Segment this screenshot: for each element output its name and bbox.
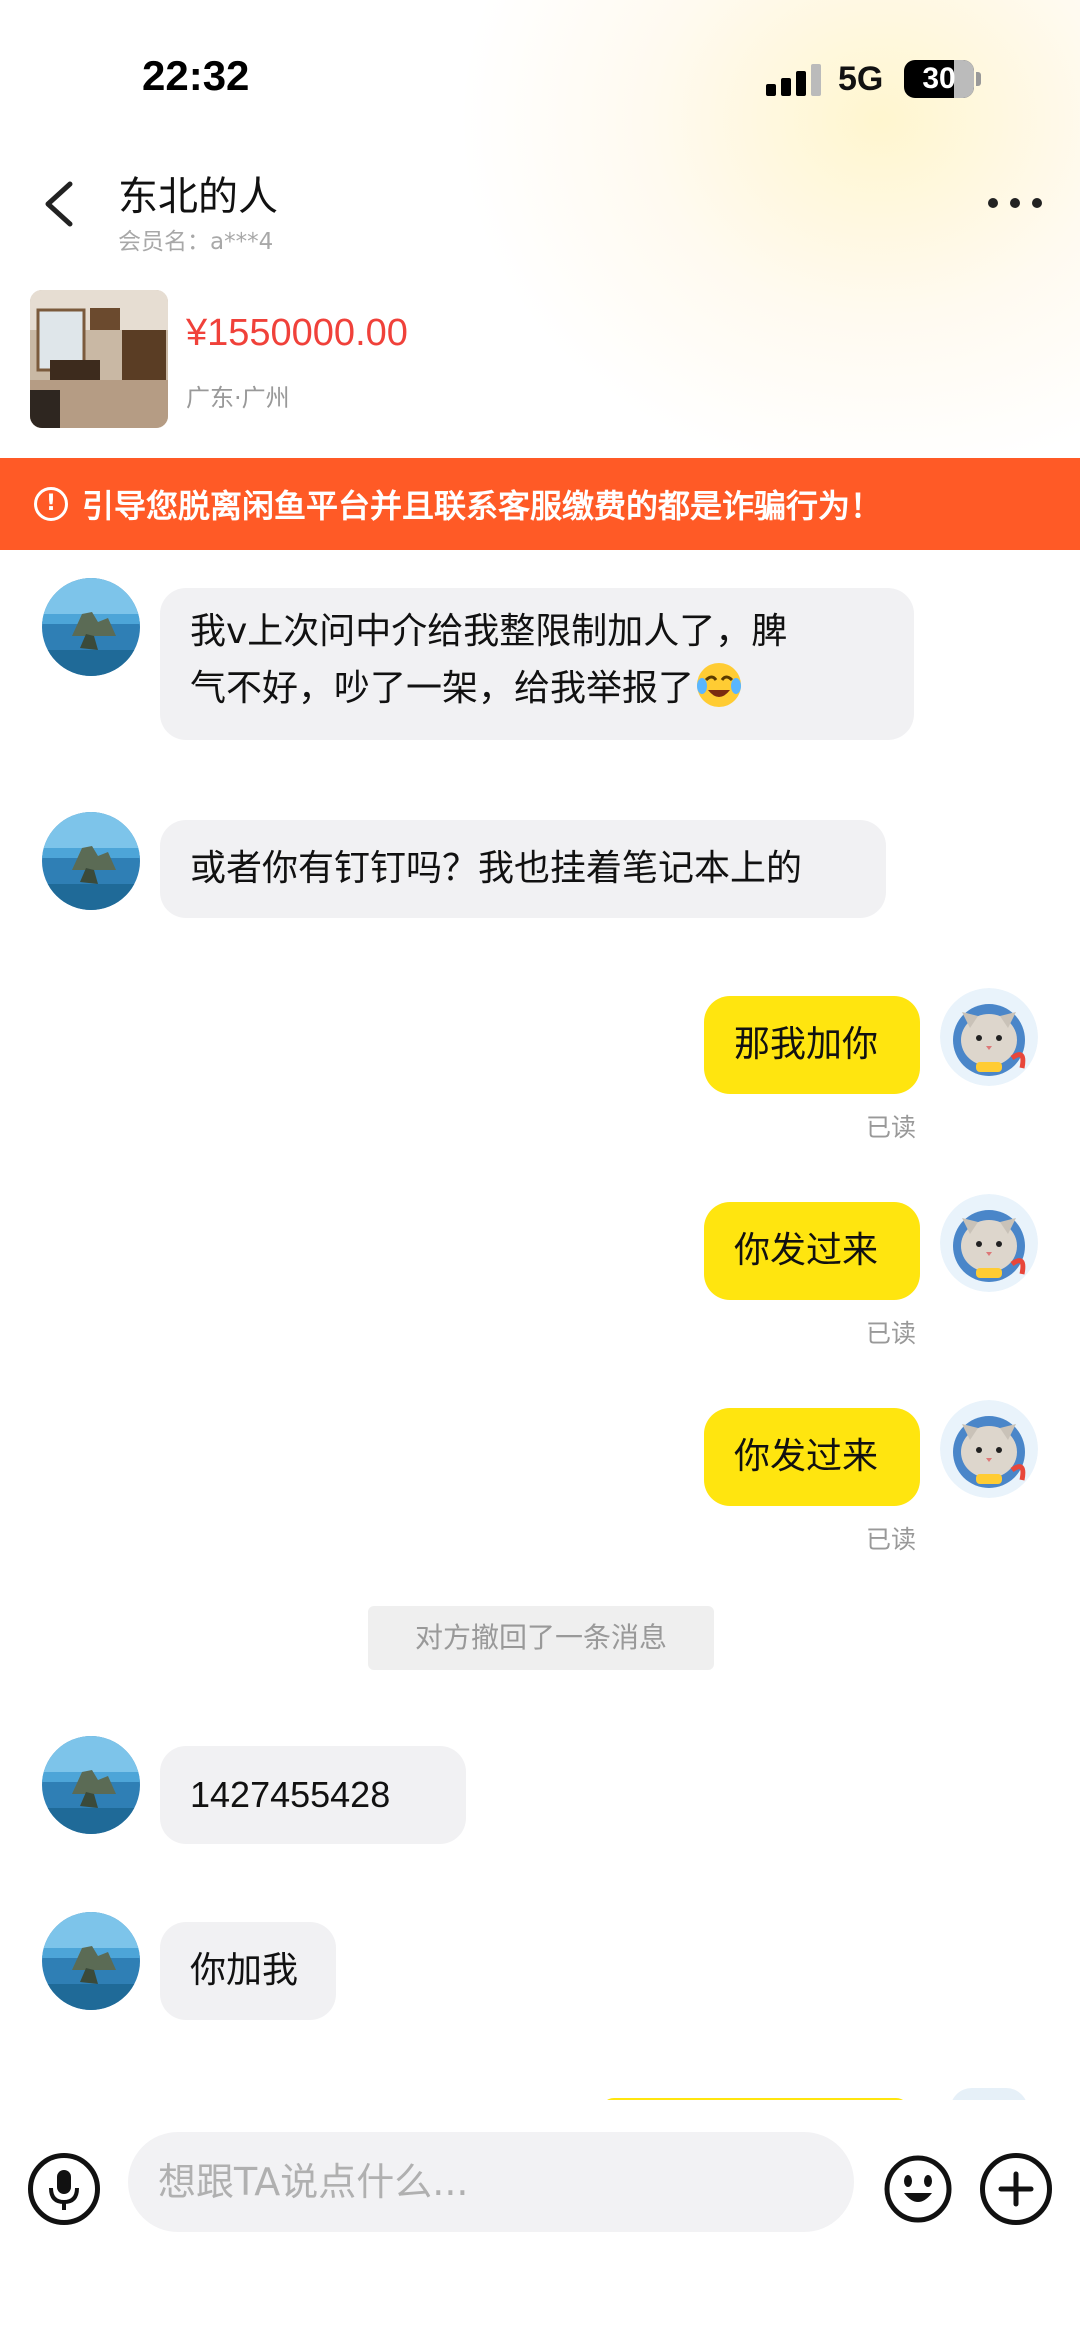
battery-icon: 30 bbox=[904, 60, 974, 98]
message-bubble: 你加我 bbox=[160, 1922, 336, 2020]
read-status: 已读 bbox=[866, 1113, 917, 1142]
alert-icon: ! bbox=[34, 487, 68, 521]
emoji-icon bbox=[884, 2155, 952, 2223]
my-avatar[interactable] bbox=[940, 1194, 1038, 1292]
message-text: 你加我 bbox=[190, 1950, 299, 1991]
product-image[interactable] bbox=[30, 290, 168, 428]
message-text-line: 气不好，吵了一架，给我举报了 bbox=[190, 660, 884, 717]
back-button[interactable] bbox=[36, 176, 84, 232]
my-avatar[interactable] bbox=[940, 988, 1038, 1086]
my-message-bubble: 那我加你 bbox=[704, 996, 920, 1094]
chevron-left-icon bbox=[45, 181, 73, 227]
message-text: 那我加你 bbox=[734, 1024, 879, 1065]
emoji-button[interactable] bbox=[882, 2153, 954, 2225]
read-status: 已读 bbox=[866, 1319, 917, 1348]
contact-avatar[interactable] bbox=[42, 1736, 140, 1834]
my-avatar[interactable] bbox=[940, 1400, 1038, 1498]
battery-level: 30 bbox=[922, 62, 956, 95]
message-text: 你发过来 bbox=[734, 1436, 879, 1477]
room-photo bbox=[30, 290, 168, 428]
my-message-bubble: 你发过来 bbox=[704, 1202, 920, 1300]
warning-text: 引导您脱离闲鱼平台并且联系客服缴费的都是诈骗行为！ bbox=[82, 487, 883, 525]
message-input[interactable]: 想跟TA说点什么... bbox=[128, 2132, 854, 2232]
plus-icon bbox=[998, 2171, 1034, 2207]
message-text: 你发过来 bbox=[734, 1230, 879, 1271]
contact-avatar[interactable] bbox=[42, 1912, 140, 2010]
contact-avatar[interactable] bbox=[42, 578, 140, 676]
read-status: 已读 bbox=[866, 1525, 917, 1554]
signal-icon bbox=[766, 64, 822, 96]
message-bubble: 我v上次问中介给我整限制加人了，脾 气不好，吵了一架，给我举报了 bbox=[160, 588, 914, 740]
message-text: 1427455428 bbox=[190, 1774, 391, 1815]
message-text: 或者你有钉钉吗？我也挂着笔记本上的 bbox=[190, 848, 803, 889]
product-location: 广东·广州 bbox=[186, 384, 290, 412]
message-bubble: 1427455428 bbox=[160, 1746, 466, 1844]
member-name: 会员名：a***4 bbox=[118, 229, 274, 255]
fraud-warning-banner: ! 引导您脱离闲鱼平台并且联系客服缴费的都是诈骗行为！ bbox=[0, 458, 1080, 550]
recall-notice: 对方撤回了一条消息 bbox=[368, 1606, 714, 1670]
message-text-line: 我v上次问中介给我整限制加人了，脾 bbox=[190, 611, 788, 652]
more-actions-button[interactable] bbox=[980, 2153, 1052, 2225]
voice-button[interactable] bbox=[28, 2153, 100, 2225]
battery-tip bbox=[976, 72, 981, 86]
contact-avatar[interactable] bbox=[42, 812, 140, 910]
my-message-bubble: 你发过来 bbox=[704, 1408, 920, 1506]
network-label: 5G bbox=[838, 60, 884, 98]
message-bubble: 或者你有钉钉吗？我也挂着笔记本上的 bbox=[160, 820, 886, 918]
status-time: 22:32 bbox=[142, 52, 250, 99]
product-price: ¥1550000.00 bbox=[186, 312, 408, 354]
crying-laughing-emoji-icon bbox=[694, 660, 744, 710]
chat-title: 东北的人 bbox=[118, 174, 278, 220]
more-button[interactable] bbox=[988, 196, 1044, 212]
microphone-icon bbox=[49, 2170, 79, 2210]
